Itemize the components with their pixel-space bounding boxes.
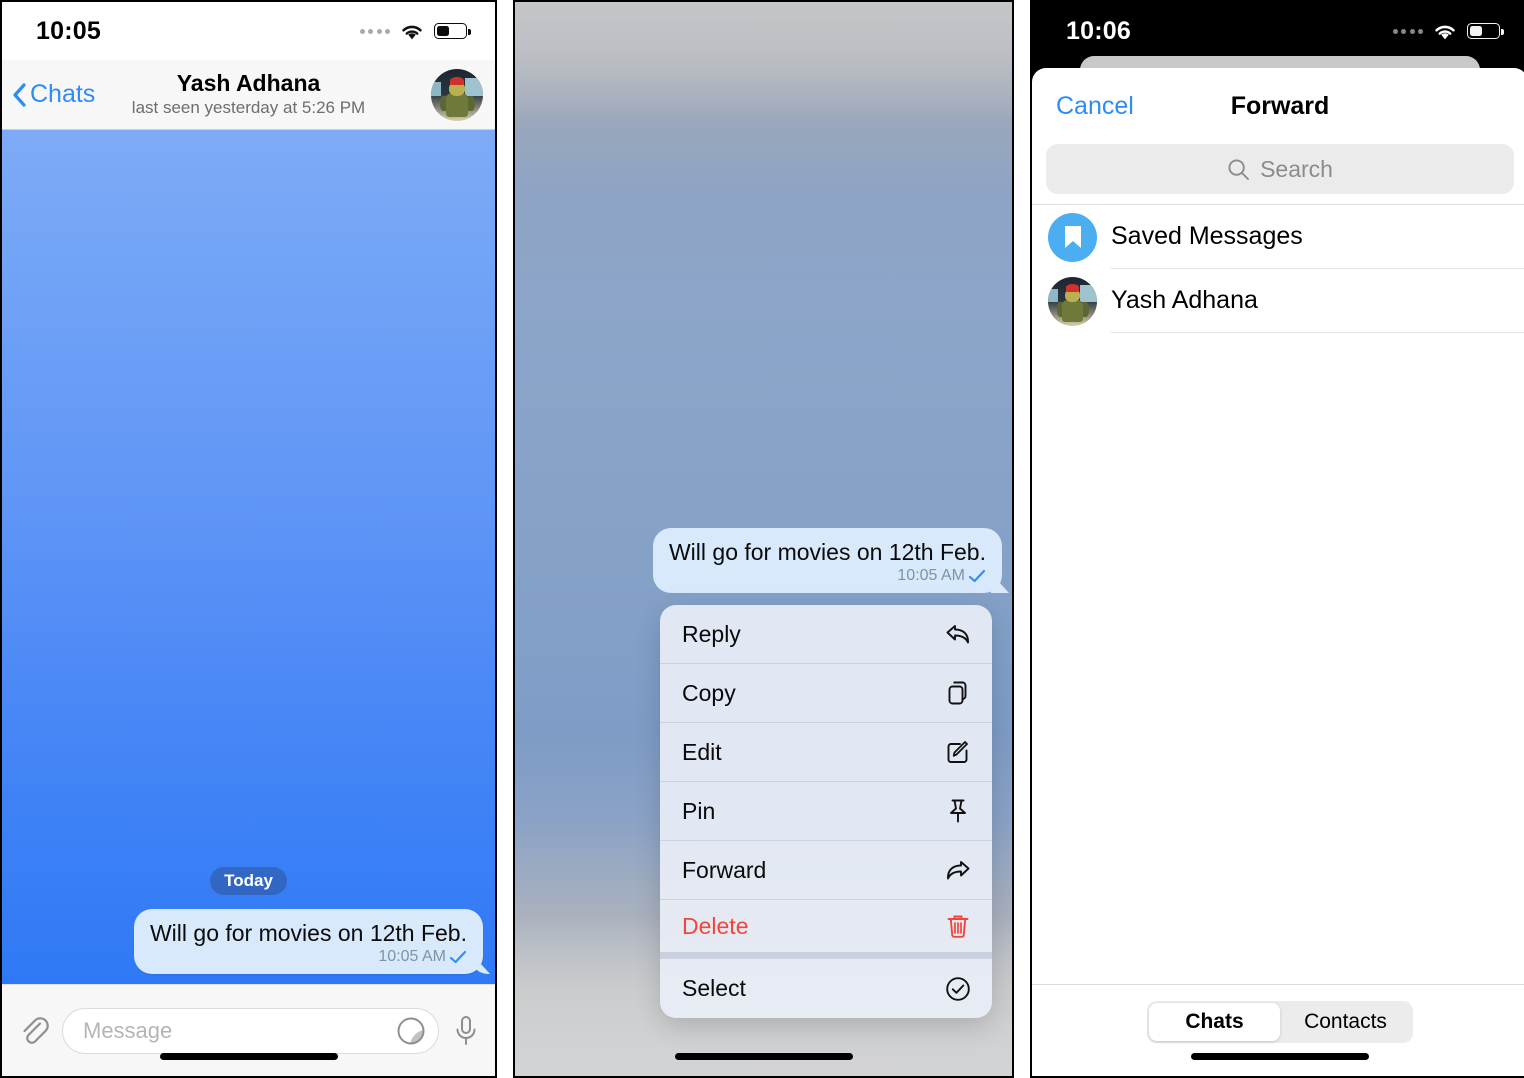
list-item-body: Yash Adhana	[1111, 269, 1524, 333]
three-panel-screenshot: 10:05 Chats Yash Adhana last seen yester…	[0, 0, 1524, 1078]
message-time: 10:05 AM	[378, 948, 446, 965]
single-check-icon	[449, 950, 467, 964]
segmented-control: Chats Contacts	[1147, 1001, 1413, 1043]
message-input-bar: Message	[2, 984, 495, 1076]
status-bar: 10:06	[1032, 2, 1524, 60]
context-menu-item-copy[interactable]: Copy	[660, 664, 992, 723]
pin-icon	[950, 799, 966, 823]
sheet-navigation-bar: Cancel Forward	[1032, 68, 1524, 144]
message-input-placeholder: Message	[83, 1017, 173, 1043]
paperclip-icon[interactable]	[16, 1014, 50, 1048]
highlighted-message-wrap: Will go for movies on 12th Feb. 10:05 AM	[652, 527, 1012, 593]
message-bubble-outgoing[interactable]: Will go for movies on 12th Feb. 10:05 AM	[652, 527, 1002, 593]
copy-icon	[948, 681, 967, 705]
status-time: 10:06	[1066, 16, 1131, 45]
forward-sheet: Cancel Forward Search Saved Messages Yas…	[1032, 68, 1524, 1076]
search-icon	[1228, 158, 1250, 180]
saved-messages-bookmark-icon	[1048, 212, 1097, 262]
status-time: 10:05	[36, 16, 101, 45]
context-menu-label: Forward	[682, 856, 767, 883]
edit-pencil-icon	[947, 741, 968, 763]
context-menu-item-reply[interactable]: Reply	[660, 605, 992, 664]
message-text: Will go for movies on 12th Feb.	[668, 538, 986, 565]
reply-arrow-icon	[946, 625, 969, 644]
forward-arrow-icon	[947, 861, 970, 880]
search-input[interactable]: Message	[62, 1007, 439, 1054]
list-item-body: Saved Messages	[1111, 205, 1524, 269]
avatar[interactable]	[431, 68, 483, 121]
context-menu-label: Pin	[682, 797, 716, 824]
list-item-label: Saved Messages	[1111, 222, 1303, 250]
bottom-tab-bar: Chats Contacts	[1032, 984, 1524, 1076]
search-placeholder: Search	[1260, 155, 1333, 182]
list-item-label: Yash Adhana	[1111, 286, 1258, 314]
page-title: Yash Adhana	[176, 69, 321, 96]
wifi-icon	[402, 25, 422, 39]
panel-gap	[497, 0, 513, 1078]
check-circle-icon	[946, 976, 970, 1001]
battery-icon	[1467, 23, 1504, 39]
tab-chats[interactable]: Chats	[1149, 1003, 1280, 1041]
message-meta: 10:05 AM	[669, 567, 986, 585]
home-indicator[interactable]	[674, 1053, 853, 1060]
wifi-icon	[1435, 25, 1455, 39]
chat-header: Chats Yash Adhana last seen yesterday at…	[2, 60, 495, 130]
context-menu-item-edit[interactable]: Edit	[660, 723, 992, 782]
status-bar: 10:05	[2, 2, 495, 60]
home-indicator[interactable]	[1191, 1053, 1369, 1060]
phone-panel-forward-sheet: 10:06 Cancel Forward Search Saved Messag…	[1030, 0, 1524, 1078]
signal-dots-icon	[1392, 28, 1423, 34]
context-menu-item-delete[interactable]: Delete	[660, 900, 992, 959]
date-separator: Today	[210, 866, 287, 895]
signal-dots-icon	[359, 28, 390, 34]
home-indicator[interactable]	[159, 1053, 338, 1060]
context-menu-item-select[interactable]: Select	[660, 959, 992, 1018]
message-bubble-outgoing[interactable]: Will go for movies on 12th Feb. 10:05 AM	[133, 908, 483, 974]
search-container: Search	[1032, 144, 1524, 204]
message-context-menu: Reply Copy Edit Pin Forward Delete Selec…	[660, 605, 992, 1018]
context-menu-item-pin[interactable]: Pin	[660, 782, 992, 841]
phone-panel-chat: 10:05 Chats Yash Adhana last seen yester…	[0, 0, 497, 1078]
chat-message-area: Today Will go for movies on 12th Feb. 10…	[2, 130, 495, 984]
panel-gap	[1014, 0, 1030, 1078]
yash-adhana-avatar	[1048, 276, 1097, 326]
last-seen-status: last seen yesterday at 5:26 PM	[131, 98, 366, 118]
forward-target-list: Saved Messages Yash Adhana	[1032, 204, 1524, 984]
back-to-chats-button[interactable]: Chats	[2, 80, 95, 109]
single-check-icon	[968, 569, 986, 583]
back-label: Chats	[30, 80, 96, 108]
list-item[interactable]: Yash Adhana	[1032, 269, 1524, 333]
cancel-button[interactable]: Cancel	[1056, 92, 1134, 121]
chevron-left-icon	[13, 82, 26, 107]
context-menu-label: Select	[682, 975, 746, 1001]
message-text: Will go for movies on 12th Feb.	[149, 919, 467, 946]
message-time: 10:05 AM	[897, 567, 965, 584]
search-input[interactable]: Search	[1046, 144, 1514, 194]
context-menu-overlay: Will go for movies on 12th Feb. 10:05 AM…	[515, 2, 1012, 1076]
yash-adhana-avatar	[431, 68, 483, 121]
status-indicators	[1392, 22, 1504, 41]
message-meta: 10:05 AM	[150, 948, 467, 966]
status-indicators	[359, 22, 471, 41]
trash-icon	[947, 915, 969, 938]
avatar	[1048, 276, 1097, 326]
context-menu-label: Edit	[682, 738, 722, 765]
context-menu-label: Reply	[682, 620, 741, 647]
tab-contacts[interactable]: Contacts	[1280, 1003, 1411, 1041]
context-menu-label: Delete	[682, 912, 749, 939]
sticker-icon[interactable]	[396, 1016, 426, 1046]
phone-panel-context-menu: Will go for movies on 12th Feb. 10:05 AM…	[513, 0, 1014, 1078]
context-menu-item-forward[interactable]: Forward	[660, 841, 992, 900]
microphone-icon[interactable]	[451, 1014, 481, 1048]
context-menu-label: Copy	[682, 679, 736, 706]
list-item[interactable]: Saved Messages	[1032, 205, 1524, 269]
battery-icon	[434, 23, 471, 39]
bookmark-icon	[1064, 226, 1081, 248]
